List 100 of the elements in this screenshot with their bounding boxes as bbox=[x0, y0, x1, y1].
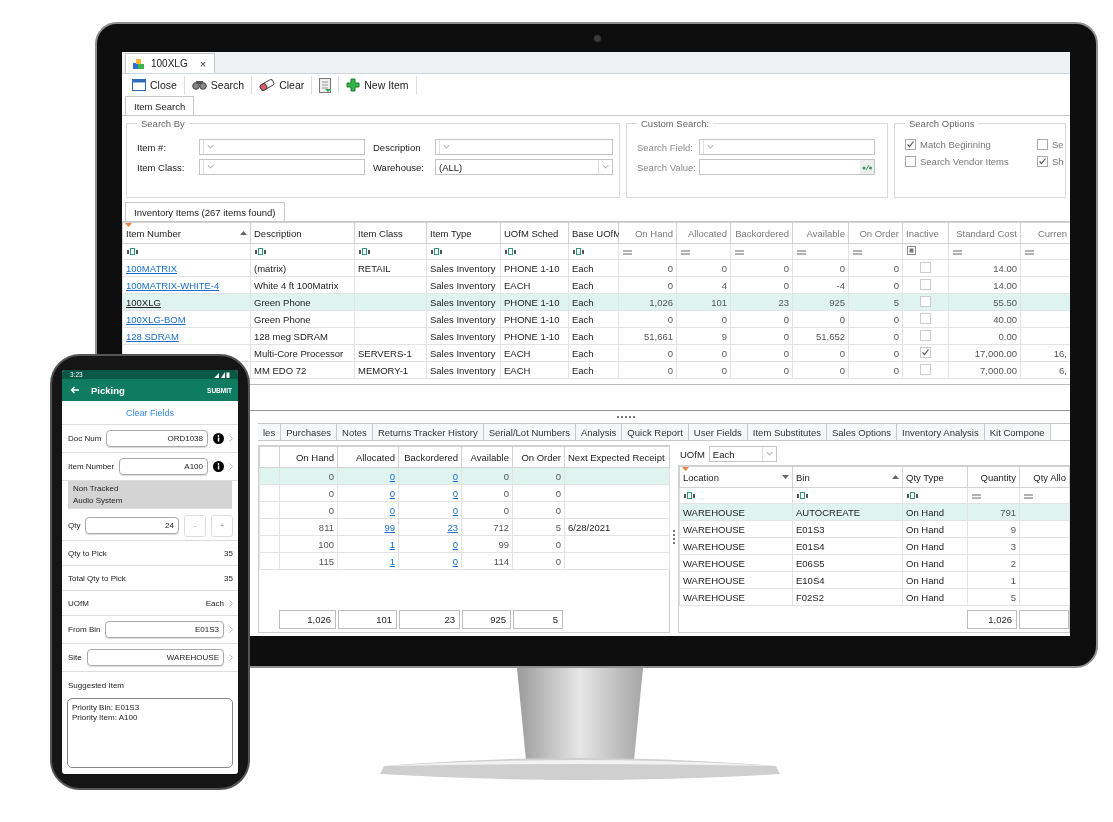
table-cell: EACH bbox=[500, 361, 569, 379]
tab[interactable]: Inventory Items (267 items found) bbox=[125, 202, 285, 221]
filter-row[interactable] bbox=[679, 487, 1070, 504]
item-link[interactable]: 99 bbox=[384, 521, 395, 533]
close-button[interactable]: Close bbox=[125, 76, 185, 94]
caret-icon bbox=[203, 140, 217, 154]
checkbox[interactable] bbox=[920, 278, 931, 290]
tab[interactable]: Quick Report bbox=[622, 424, 689, 440]
table-cell: Sales Inventory bbox=[426, 361, 501, 379]
tab[interactable]: Inventory Analysis bbox=[897, 424, 985, 440]
field-label: Site bbox=[68, 653, 82, 662]
tab[interactable]: Kit Compone bbox=[984, 424, 1051, 440]
splitter-grip-icon[interactable] bbox=[617, 415, 635, 419]
tab[interactable]: User Fields bbox=[688, 424, 748, 440]
table-cell: PHONE 1-10 bbox=[500, 259, 569, 277]
table-cell: 14.00 bbox=[948, 276, 1021, 294]
tab[interactable]: Item Substitutes bbox=[747, 424, 827, 440]
table-cell: 0 bbox=[512, 484, 565, 502]
input-field[interactable]: ORD1038 bbox=[106, 430, 208, 447]
item-link[interactable]: 100XLG bbox=[126, 296, 161, 308]
filter-row[interactable] bbox=[122, 243, 1070, 260]
table-cell: On Hand bbox=[902, 554, 968, 572]
checkbox[interactable] bbox=[920, 363, 931, 375]
tab[interactable]: Item Search bbox=[125, 96, 195, 115]
checkbox[interactable] bbox=[905, 156, 916, 167]
field-label: UOfM bbox=[680, 448, 705, 460]
total-field: 925 bbox=[462, 610, 511, 629]
total-field: 1,026 bbox=[967, 610, 1017, 629]
input-field[interactable]: 24 bbox=[85, 517, 179, 534]
table-cell: 40.00 bbox=[948, 310, 1021, 328]
clear-fields-button[interactable]: Clear Fields bbox=[126, 407, 174, 418]
checkbox[interactable] bbox=[1037, 156, 1048, 167]
search-button[interactable]: Search bbox=[184, 76, 253, 94]
item-link[interactable]: 23 bbox=[447, 521, 458, 533]
item-link[interactable]: 0 bbox=[452, 470, 458, 482]
table-cell: EACH bbox=[500, 344, 569, 362]
checkbox[interactable] bbox=[920, 329, 931, 341]
clear-button[interactable]: Clear bbox=[252, 76, 313, 94]
table-cell: 0 bbox=[461, 484, 513, 502]
item-link[interactable]: 1 bbox=[389, 555, 395, 567]
table-cell: Sales Inventory bbox=[426, 276, 501, 294]
table-cell: On Hand bbox=[902, 537, 968, 555]
item-link[interactable]: 0 bbox=[452, 504, 458, 516]
table-cell: WAREHOUSE bbox=[679, 537, 793, 555]
item-link[interactable]: 0 bbox=[389, 504, 395, 516]
dropdown-field[interactable]: Each bbox=[708, 446, 777, 462]
tab[interactable]: Notes bbox=[337, 424, 373, 440]
table-cell: 0 bbox=[730, 327, 793, 345]
column-header[interactable]: Bin bbox=[796, 471, 810, 483]
tab[interactable]: Purchases bbox=[281, 424, 338, 440]
table-cell: 0 bbox=[676, 344, 731, 362]
tab[interactable]: Serial/Lot Numbers bbox=[483, 424, 576, 440]
total-field: 23 bbox=[399, 610, 460, 629]
column-header[interactable]: Base UOfM bbox=[572, 227, 622, 239]
tab[interactable]: les bbox=[258, 424, 282, 440]
info-icon[interactable] bbox=[213, 461, 224, 472]
new-item-button[interactable]: New Item bbox=[339, 76, 417, 94]
table-cell: PHONE 1-10 bbox=[500, 310, 569, 328]
column-header[interactable]: Location bbox=[683, 471, 719, 483]
document-tab[interactable]: 100XLG × bbox=[125, 53, 216, 73]
dropdown-field[interactable]: (ALL) bbox=[435, 159, 613, 175]
text-area[interactable]: Priority Bin: E01S3 Priority Item: A100 bbox=[67, 698, 233, 768]
item-link[interactable]: 1 bbox=[389, 538, 395, 550]
tab[interactable]: Sales Options bbox=[826, 424, 898, 440]
checkbox[interactable] bbox=[905, 139, 916, 150]
checkbox[interactable] bbox=[920, 261, 931, 273]
dropdown-field[interactable] bbox=[199, 139, 365, 155]
tab[interactable]: Analysis bbox=[575, 424, 623, 440]
item-link[interactable]: 0 bbox=[389, 487, 395, 499]
input-field[interactable]: E01S3 bbox=[105, 621, 224, 638]
input-field[interactable]: A100 bbox=[119, 458, 208, 475]
item-link[interactable]: 0 bbox=[452, 555, 458, 567]
field-label: Total Qty to Pick bbox=[68, 573, 126, 583]
table-cell: 0 bbox=[461, 467, 513, 485]
close-tab-button[interactable]: × bbox=[199, 57, 207, 70]
item-link[interactable]: 0 bbox=[452, 487, 458, 499]
table-cell: E01S3 bbox=[792, 520, 903, 538]
input-field[interactable]: WAREHOUSE bbox=[86, 649, 224, 666]
item-link[interactable]: 0 bbox=[452, 538, 458, 550]
binoculars-icon bbox=[191, 80, 207, 90]
tab[interactable]: Returns Tracker History bbox=[372, 424, 484, 440]
table-cell: Green Phone bbox=[250, 293, 355, 311]
checkbox[interactable] bbox=[920, 312, 931, 324]
table-cell: 0 bbox=[512, 535, 565, 553]
caret-icon bbox=[703, 140, 717, 154]
table-cell: 17,000.00 bbox=[948, 344, 1021, 362]
text-filter-icon bbox=[255, 248, 267, 255]
table-cell: 23 bbox=[730, 293, 793, 311]
table-cell: RETAIL bbox=[354, 259, 427, 277]
checkbox[interactable] bbox=[920, 295, 931, 307]
table-cell: 4 bbox=[676, 276, 731, 294]
table-cell: 6/28/2021 bbox=[564, 518, 670, 536]
dropdown-field[interactable] bbox=[199, 159, 365, 175]
checkbox[interactable] bbox=[1037, 139, 1048, 150]
item-link[interactable]: 0 bbox=[389, 470, 395, 482]
checkbox[interactable] bbox=[920, 347, 931, 358]
info-icon[interactable] bbox=[213, 433, 224, 444]
dropdown-field[interactable] bbox=[435, 139, 613, 155]
table-cell: White 4 ft 100Matrix bbox=[250, 276, 355, 294]
back-arrow-icon[interactable] bbox=[70, 386, 79, 394]
